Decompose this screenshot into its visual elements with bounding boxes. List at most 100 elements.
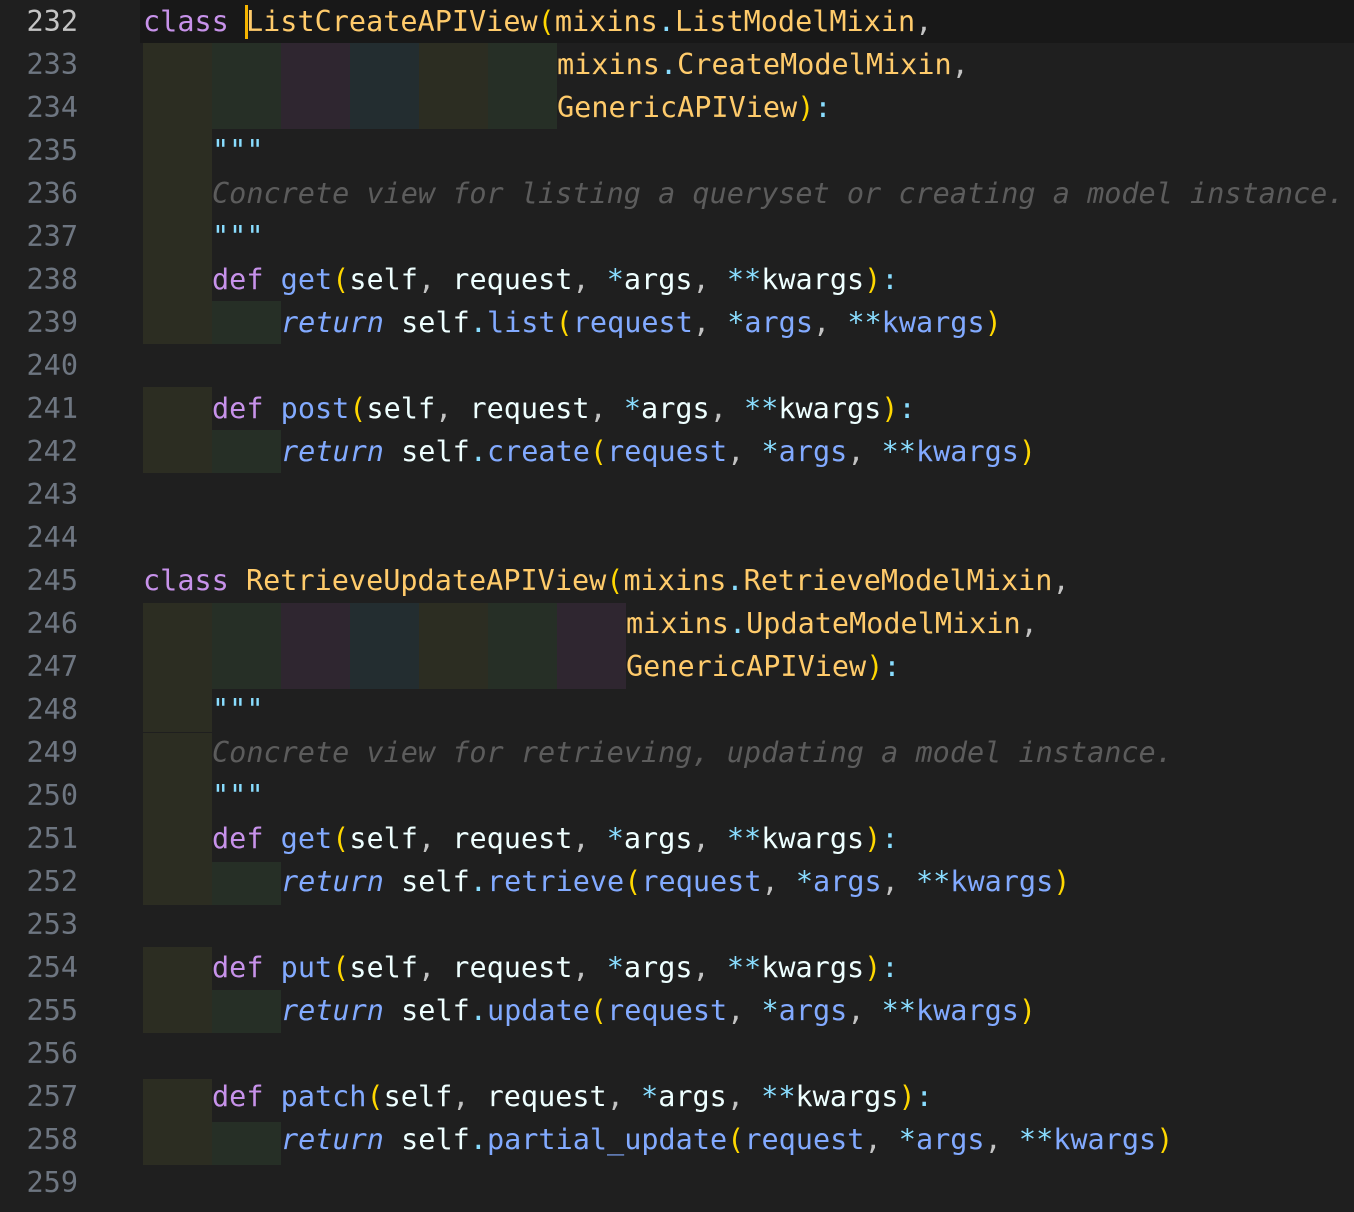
function-name: put [280, 951, 333, 984]
star: * [898, 1123, 916, 1156]
line-number: 254 [26, 951, 78, 984]
function-name: post [280, 392, 350, 425]
code-line-238[interactable]: def get(self, request, *args, **kwargs): [212, 258, 898, 301]
code-line-239[interactable]: return self.list(request, *args, **kwarg… [281, 301, 1002, 344]
arg: kwargs [881, 306, 985, 339]
code-line-247[interactable]: GenericAPIView): [626, 645, 901, 688]
base-class: GenericAPIView [626, 650, 867, 683]
method-call: list [486, 306, 556, 339]
docstring-quote: """ [212, 220, 264, 253]
code-line-250[interactable]: """ [212, 774, 263, 817]
code-line-248[interactable]: """ [212, 688, 263, 731]
line-number: 242 [26, 435, 78, 468]
arg: args [778, 435, 848, 468]
line-number: 259 [26, 1166, 78, 1199]
line-number: 239 [26, 306, 78, 339]
dot: . [728, 607, 747, 640]
line-number: 248 [26, 693, 78, 726]
code-line-233[interactable]: mixins.CreateModelMixin, [557, 43, 969, 86]
dot: . [726, 564, 744, 597]
line-number: 240 [26, 349, 78, 382]
arg: args [778, 994, 848, 1027]
keyword: def [212, 392, 264, 425]
param: args [641, 392, 710, 425]
base-class: UpdateModelMixin [746, 607, 1021, 640]
code-line-235[interactable]: """ [212, 129, 263, 172]
line-number: 258 [26, 1123, 78, 1156]
colon: : [883, 650, 901, 683]
param: kwargs [761, 822, 865, 855]
code-line-242[interactable]: return self.create(request, *args, **kwa… [281, 430, 1036, 473]
param: args [623, 263, 693, 296]
base-class: ListModelMixin [674, 5, 916, 38]
function-name: get [280, 263, 333, 296]
self-ref: self [401, 1123, 470, 1156]
star: * [795, 865, 813, 898]
code-line-251[interactable]: def get(self, request, *args, **kwargs): [212, 817, 898, 860]
code-line-254[interactable]: def put(self, request, *args, **kwargs): [212, 946, 898, 989]
line-number: 247 [26, 650, 78, 683]
docstring-quote: """ [212, 779, 264, 812]
arg: kwargs [915, 994, 1019, 1027]
code-line-246[interactable]: mixins.UpdateModelMixin, [626, 602, 1038, 645]
module-name: mixins [554, 5, 658, 38]
base-class: CreateModelMixin [677, 48, 952, 81]
arg: args [744, 306, 813, 339]
param: kwargs [761, 263, 865, 296]
code-line-241[interactable]: def post(self, request, *args, **kwargs)… [212, 387, 916, 430]
method-call: create [486, 435, 590, 468]
dot: . [659, 48, 678, 81]
code-line-257[interactable]: def patch(self, request, *args, **kwargs… [212, 1075, 933, 1118]
code-line-237[interactable]: """ [212, 215, 263, 258]
module-name: mixins [626, 607, 729, 640]
comma: , [915, 5, 933, 38]
param: self [349, 951, 418, 984]
line-number: 245 [26, 564, 78, 597]
self-ref: self [401, 994, 470, 1027]
param: args [658, 1080, 727, 1113]
param: kwargs [778, 392, 882, 425]
module-name: mixins [557, 48, 660, 81]
paren: ) [866, 650, 884, 683]
line-number: 233 [26, 48, 78, 81]
param: request [486, 1080, 607, 1113]
docstring: Concrete view for listing a queryset or … [212, 177, 1345, 210]
self-ref: self [401, 865, 470, 898]
code-line-252[interactable]: return self.retrieve(request, *args, **k… [281, 860, 1070, 903]
line-number: 232 [26, 5, 78, 38]
colon: : [814, 91, 832, 124]
keyword: return [281, 306, 384, 339]
param: request [452, 263, 573, 296]
code-line-258[interactable]: return self.partial_update(request, *arg… [281, 1118, 1173, 1161]
line-number: 257 [26, 1080, 78, 1113]
star: ** [744, 392, 779, 425]
keyword: class [143, 5, 229, 38]
text-cursor [245, 5, 248, 39]
code-editor[interactable]: 232 233 234 235 236 237 238 239 240 241 … [0, 0, 1354, 1212]
code-line-255[interactable]: return self.update(request, *args, **kwa… [281, 989, 1036, 1032]
line-number: 255 [26, 994, 78, 1027]
keyword: def [212, 951, 264, 984]
star: * [761, 435, 779, 468]
line-number: 236 [26, 177, 78, 210]
code-line-236[interactable]: Concrete view for listing a queryset or … [212, 172, 1344, 215]
keyword: return [281, 865, 384, 898]
docstring: Concrete view for retrieving, updating a… [212, 736, 1173, 769]
comma: , [951, 48, 969, 81]
comma: , [1052, 564, 1070, 597]
keyword: return [281, 994, 384, 1027]
star: ** [726, 951, 762, 984]
code-line-245[interactable]: class RetrieveUpdateAPIView(mixins.Retri… [143, 559, 1070, 602]
docstring-quote: """ [212, 693, 264, 726]
star: ** [726, 263, 762, 296]
code-line-234[interactable]: GenericAPIView): [557, 86, 832, 129]
function-name: patch [280, 1080, 367, 1113]
arg: request [744, 1123, 865, 1156]
arg: kwargs [950, 865, 1054, 898]
line-number: 250 [26, 779, 78, 812]
code-line-249[interactable]: Concrete view for retrieving, updating a… [212, 731, 1173, 774]
keyword: return [281, 435, 384, 468]
code-line-232[interactable]: class ListCreateAPIView(mixins.ListModel… [143, 0, 932, 43]
param: args [623, 822, 693, 855]
star: * [606, 263, 624, 296]
